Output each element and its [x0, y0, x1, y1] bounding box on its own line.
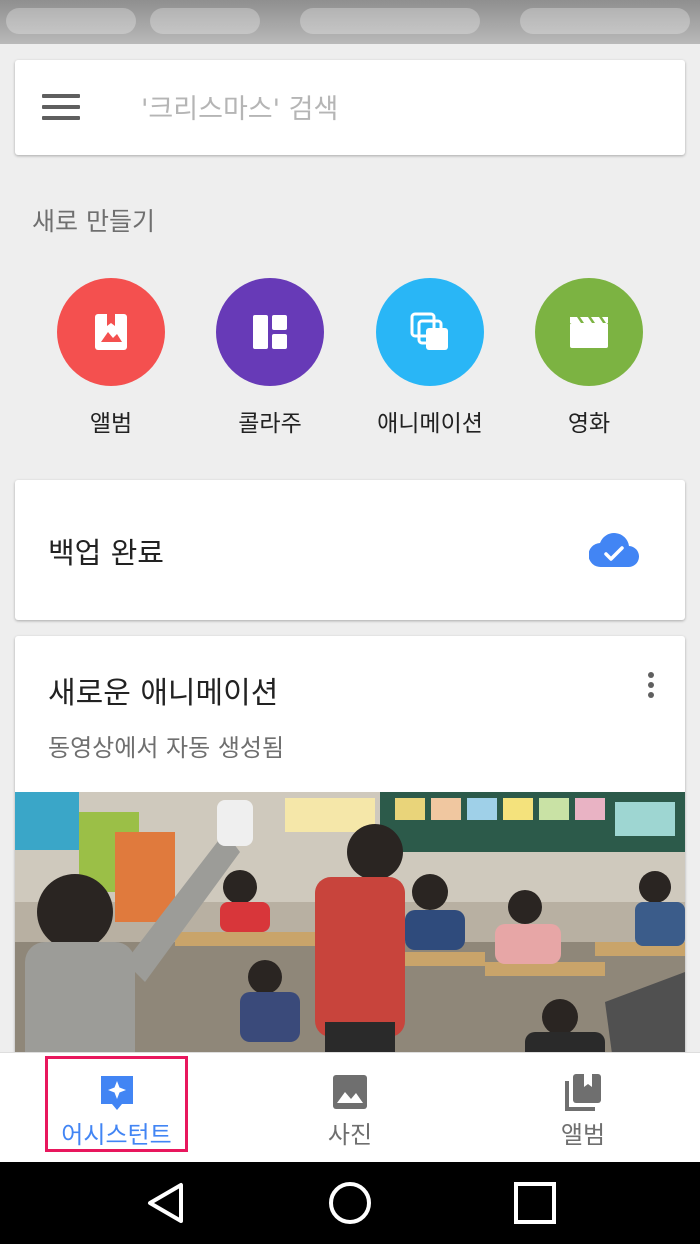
- status-bar: [0, 0, 700, 44]
- create-animation-button[interactable]: 애니메이션: [360, 278, 500, 438]
- movie-clapper-icon: [535, 278, 643, 386]
- recents-icon[interactable]: [512, 1180, 558, 1226]
- new-animation-card[interactable]: 새로운 애니메이션 동영상에서 자동 생성됨: [15, 636, 685, 1076]
- create-movie-label: 영화: [567, 411, 611, 437]
- photo-icon: [333, 1075, 367, 1109]
- system-navigation-bar: [0, 1162, 700, 1244]
- more-vert-icon[interactable]: [641, 670, 661, 700]
- create-new-heading: 새로 만들기: [32, 207, 155, 236]
- create-animation-label: 애니메이션: [377, 411, 483, 437]
- search-input[interactable]: [139, 80, 663, 138]
- animation-preview-image[interactable]: [15, 792, 685, 1076]
- create-album-button[interactable]: 앨범: [41, 278, 181, 438]
- cloud-done-icon: [589, 533, 639, 568]
- nav-albums[interactable]: 앨범: [523, 1053, 643, 1163]
- create-collage-button[interactable]: 콜라주: [200, 278, 340, 438]
- nav-albums-label: 앨범: [560, 1121, 606, 1149]
- nav-photos-label: 사진: [327, 1121, 373, 1149]
- home-icon[interactable]: [327, 1180, 373, 1226]
- nav-photos[interactable]: 사진: [290, 1053, 410, 1163]
- create-album-label: 앨범: [89, 411, 133, 437]
- photo-album-icon: [57, 278, 165, 386]
- animation-icon: [376, 278, 484, 386]
- collage-icon: [216, 278, 324, 386]
- back-icon[interactable]: [143, 1180, 189, 1226]
- highlight-box: [45, 1056, 188, 1152]
- photo-library-icon: [565, 1074, 601, 1111]
- backup-status-text: 백업 완료: [48, 536, 164, 570]
- backup-status-card[interactable]: 백업 완료: [15, 480, 685, 620]
- animation-card-subtitle: 동영상에서 자동 생성됨: [48, 734, 285, 762]
- create-movie-button[interactable]: 영화: [519, 278, 659, 438]
- search-bar: [15, 60, 685, 155]
- create-collage-label: 콜라주: [238, 411, 302, 437]
- animation-card-title: 새로운 애니메이션: [48, 676, 279, 711]
- menu-icon[interactable]: [42, 94, 80, 122]
